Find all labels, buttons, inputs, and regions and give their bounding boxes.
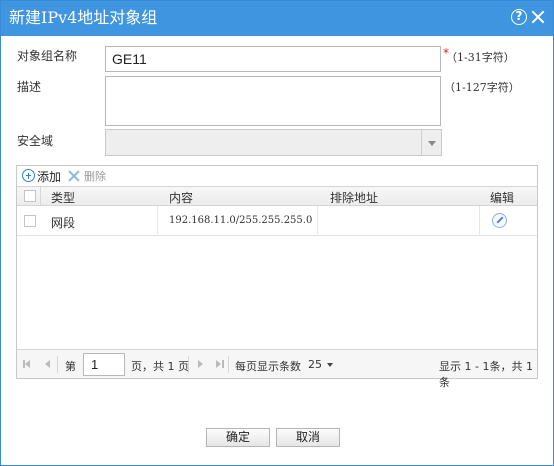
table-row[interactable]: 网段 192.168.11.0/255.255.255.0: [17, 206, 537, 236]
pagination-bar: 第 1 页，共 1 页 每页显示条数 25 显示 1 - 1条，共 1 条: [17, 349, 537, 389]
column-header-exclude[interactable]: 排除地址: [330, 189, 378, 206]
row-type: 网段: [51, 216, 76, 230]
row-content: 192.168.11.0/255.255.255.0: [169, 215, 313, 226]
per-page-label: 每页显示条数: [235, 360, 301, 373]
description-hint: （1-127字符）: [444, 81, 520, 94]
column-divider: [40, 187, 41, 205]
table-toolbar: 添加 删除: [17, 166, 537, 186]
security-zone-label: 安全域: [17, 134, 54, 148]
next-page-icon[interactable]: [198, 360, 203, 368]
per-page-select[interactable]: 25: [308, 358, 322, 371]
dialog-titlebar: 新建IPv4地址对象组 ?: [1, 1, 553, 36]
help-icon[interactable]: ?: [511, 9, 527, 25]
add-button[interactable]: 添加: [37, 168, 61, 185]
name-label: 对象组名称: [17, 49, 78, 63]
description-textarea[interactable]: [105, 76, 441, 126]
last-page-icon[interactable]: [216, 360, 224, 368]
page-prefix: 第: [65, 360, 76, 373]
record-summary: 显示 1 - 1条，共 1 条: [439, 360, 533, 389]
column-header-type[interactable]: 类型: [51, 189, 75, 206]
chevron-down-icon[interactable]: [421, 130, 441, 155]
first-page-icon[interactable]: [23, 360, 30, 368]
edit-icon[interactable]: [492, 213, 507, 228]
page-total: 页，共 1 页: [131, 360, 189, 373]
row-checkbox[interactable]: [24, 215, 36, 227]
pager-divider: [228, 356, 229, 373]
pager-divider: [188, 356, 189, 373]
delete-icon[interactable]: [68, 170, 80, 182]
cell-divider: [157, 206, 158, 236]
pager-divider: [57, 356, 58, 373]
column-header-edit: 编辑: [490, 191, 515, 205]
delete-button[interactable]: 删除: [84, 168, 106, 184]
cell-divider: [479, 206, 480, 236]
chevron-down-icon[interactable]: [327, 363, 333, 367]
dialog-title: 新建IPv4地址对象组: [9, 8, 158, 27]
ok-button[interactable]: 确定: [206, 428, 270, 447]
close-icon[interactable]: [529, 8, 547, 26]
cancel-button[interactable]: 取消: [276, 428, 340, 447]
page-number-input[interactable]: 1: [83, 353, 125, 376]
address-table: 添加 删除 类型 内容 排除地址 编辑 网段 192.168.11.0/255.…: [16, 165, 538, 389]
name-input-value: GE11: [112, 51, 147, 67]
page-number-value: 1: [91, 357, 99, 372]
description-label: 描述: [17, 80, 42, 94]
select-all-checkbox[interactable]: [24, 190, 36, 202]
column-header-content[interactable]: 内容: [169, 189, 193, 206]
name-input[interactable]: GE11: [105, 46, 441, 72]
add-icon[interactable]: [22, 169, 35, 182]
cell-divider: [317, 206, 318, 236]
name-hint: （1-31字符）: [446, 51, 515, 64]
new-ipv4-address-group-dialog: 新建IPv4地址对象组 ? 对象组名称 GE11 * （1-31字符） 描述 （…: [0, 0, 554, 466]
table-header: 类型 内容 排除地址 编辑: [17, 186, 537, 206]
previous-page-icon[interactable]: [45, 360, 50, 368]
security-zone-select[interactable]: [105, 129, 442, 156]
